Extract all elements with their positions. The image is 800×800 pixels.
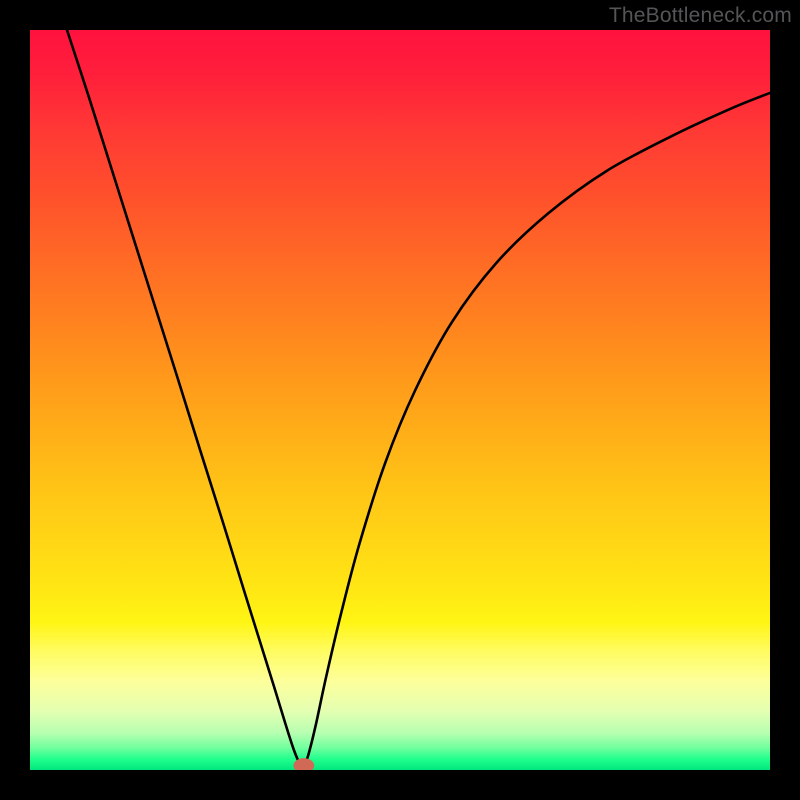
- watermark-text: TheBottleneck.com: [609, 4, 792, 28]
- chart-stage: TheBottleneck.com: [0, 0, 800, 800]
- plot-area: [30, 30, 770, 770]
- gradient-background: [30, 30, 770, 770]
- chart-svg: [30, 30, 770, 770]
